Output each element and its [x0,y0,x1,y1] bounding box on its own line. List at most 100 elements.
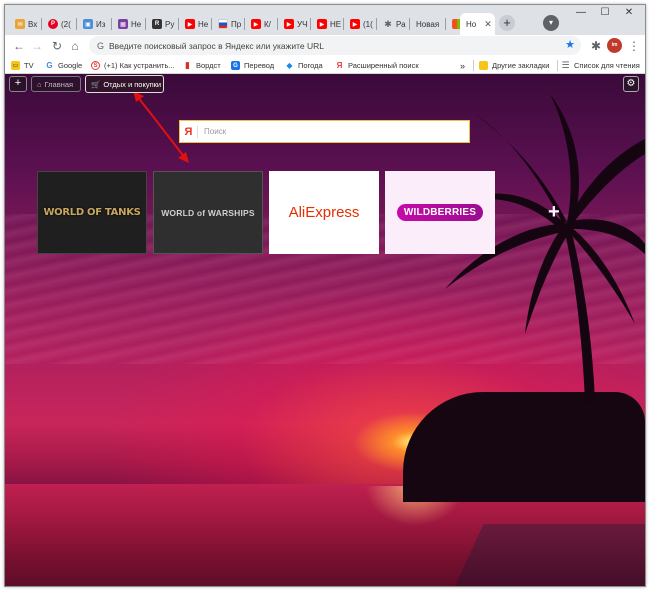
tab-strip: ✉ Вх P (2( ▣ Из ▦ Не R Ру ▶ Не Пр ▶ К/ ▶ УЧ ▶ НЕ … [5,5,645,35]
tab-13[interactable]: Новая [410,13,444,35]
add-tile-button[interactable]: + [548,201,560,224]
youtube-icon: ▶ [350,19,360,29]
other-bookmarks[interactable]: Другие закладки [479,59,549,72]
s-logo-icon: S [91,61,100,70]
bookmark-tv[interactable]: ▭ TV [11,59,34,72]
youtube-icon: ▶ [251,19,261,29]
bookmark-google[interactable]: G Google [45,59,82,72]
bookmarks-bar: ▭ TV G Google S (+1) Как устранить... ▮ Ворд… [5,57,645,74]
settings-gear-button[interactable]: ⚙ [623,76,639,92]
youtube-icon: ▶ [317,19,327,29]
shopping-group-label: Отдых и покупки [103,79,162,89]
tab-label: Не [131,19,142,29]
tab-3[interactable]: ▣ Из [77,13,109,35]
tab-1[interactable]: ✉ Вх [9,13,39,35]
tab-label: УЧ [297,19,308,29]
tab-search-button[interactable]: ▾ [543,15,559,31]
bar-chart-icon: ▮ [185,60,190,70]
bookmark-label: Перевод [244,61,275,70]
tab-label: Пр [231,19,242,29]
tile-world-of-tanks[interactable]: WORLD OF TANKS [37,171,147,254]
tab-label: Ру [165,19,175,29]
extensions-puzzle-icon[interactable]: ✱ [589,39,603,53]
reload-button[interactable]: ↻ [49,38,65,54]
new-tab-page: + ⌂ Главная 🛒 Отдых и покупки ⚙ Я Поиск WO… [5,74,645,586]
background-island [403,392,645,502]
tab-5[interactable]: R Ру [146,13,178,35]
bookmark-weather[interactable]: ◆ Погода [285,59,322,72]
mail-icon: ✉ [15,19,25,29]
toolbar: ← → ↻ ⌂ G Введите поисковый запрос в Янд… [5,35,645,57]
google-icon: G [97,40,105,51]
home-group-tab[interactable]: ⌂ Главная [31,76,81,92]
search-input[interactable]: Поиск [204,127,226,136]
tile-aliexpress[interactable]: AliExpress [269,171,379,254]
youtube-icon: ▶ [284,19,294,29]
yandex-icon: Я [336,61,343,70]
tab-12[interactable]: ✱ Ра [377,13,409,35]
bookmark-advanced-search[interactable]: Я Расширенный поиск [335,59,419,72]
tab-11[interactable]: ▶ (1( [344,13,376,35]
drop-icon: ◆ [286,61,293,70]
close-window-button[interactable]: ✕ [615,7,643,18]
tab-6[interactable]: ▶ Не [179,13,211,35]
address-bar[interactable]: G Введите поисковый запрос в Яндекс или … [89,36,581,55]
bookmark-label: Расширенный поиск [348,61,419,70]
address-placeholder: Введите поисковый запрос в Яндекс или ук… [109,40,324,51]
aliexpress-logo: AliExpress [288,204,360,221]
bookmark-label: Вордст [196,61,221,70]
russia-flag-icon [218,19,228,29]
tab-label: Но [466,19,477,29]
tab-8[interactable]: ▶ К/ [245,13,277,35]
home-icon: ⌂ [37,79,42,89]
back-button[interactable]: ← [11,38,27,54]
pinterest-icon: P [48,19,58,29]
bookmark-label: Google [58,61,83,70]
cart-icon: 🛒 [91,79,101,89]
tab-label: НЕ [330,19,342,29]
browser-window: ✉ Вх P (2( ▣ Из ▦ Не R Ру ▶ Не Пр ▶ К/ ▶ УЧ ▶ НЕ … [4,4,646,587]
reading-list-icon: ☰ [561,60,570,70]
bookmark-wordstat[interactable]: ▮ Вордст [183,59,221,72]
add-group-button[interactable]: + [9,76,27,92]
bookmark-translate[interactable]: G Перевод [231,59,274,72]
home-button[interactable]: ⌂ [67,38,83,54]
close-tab-icon[interactable]: ✕ [484,19,492,30]
bookmark-label: Список для чтения [574,61,640,70]
new-tab-button[interactable]: + [499,15,515,31]
forward-button[interactable]: → [29,38,45,54]
tab-label: Ра [396,19,406,29]
wot-logo: WORLD OF TANKS [43,207,141,218]
tab-10[interactable]: ▶ НЕ [311,13,343,35]
tab-label: Новая [416,19,440,29]
home-group-label: Главная [44,79,74,89]
bookmark-star-icon[interactable]: ★ [565,38,575,51]
bookmark-label: (+1) Как устранить... [104,61,175,70]
tab-label: Вх [28,19,38,29]
wildberries-logo: WILDBERRIES [396,204,484,221]
google-icon: G [46,61,53,70]
bookmark-label: TV [24,61,34,70]
tab-label: (1( [363,19,373,29]
search-box[interactable]: Я Поиск [179,120,470,143]
youtube-icon: ▶ [185,19,195,29]
tile-wildberries[interactable]: WILDBERRIES [385,171,495,254]
bookmark-fix[interactable]: S (+1) Как устранить... [91,59,175,72]
profile-avatar[interactable]: im [607,38,622,53]
menu-dots-icon[interactable]: ⋮ [627,39,641,53]
tab-15-active[interactable]: Но ✕ [460,13,493,35]
tile-world-of-warships[interactable]: WORLD of WARSHIPS [153,171,263,254]
tab-2[interactable]: P (2( [42,13,74,35]
reading-list[interactable]: ☰ Список для чтения [561,59,640,72]
tab-9[interactable]: ▶ УЧ [278,13,310,35]
shopping-group-tab[interactable]: 🛒 Отдых и покупки [85,75,164,93]
tab-4[interactable]: ▦ Не [112,13,144,35]
bookmark-label: Другие закладки [492,61,550,70]
yandex-logo-icon: Я [180,125,198,138]
puzzle-icon: ✱ [384,18,392,29]
tab-label: Из [96,19,106,29]
bookmarks-more-button[interactable]: » [460,59,465,72]
tab-label: К/ [264,19,271,29]
page-icon: ▣ [83,19,93,29]
tab-7[interactable]: Пр [212,13,244,35]
